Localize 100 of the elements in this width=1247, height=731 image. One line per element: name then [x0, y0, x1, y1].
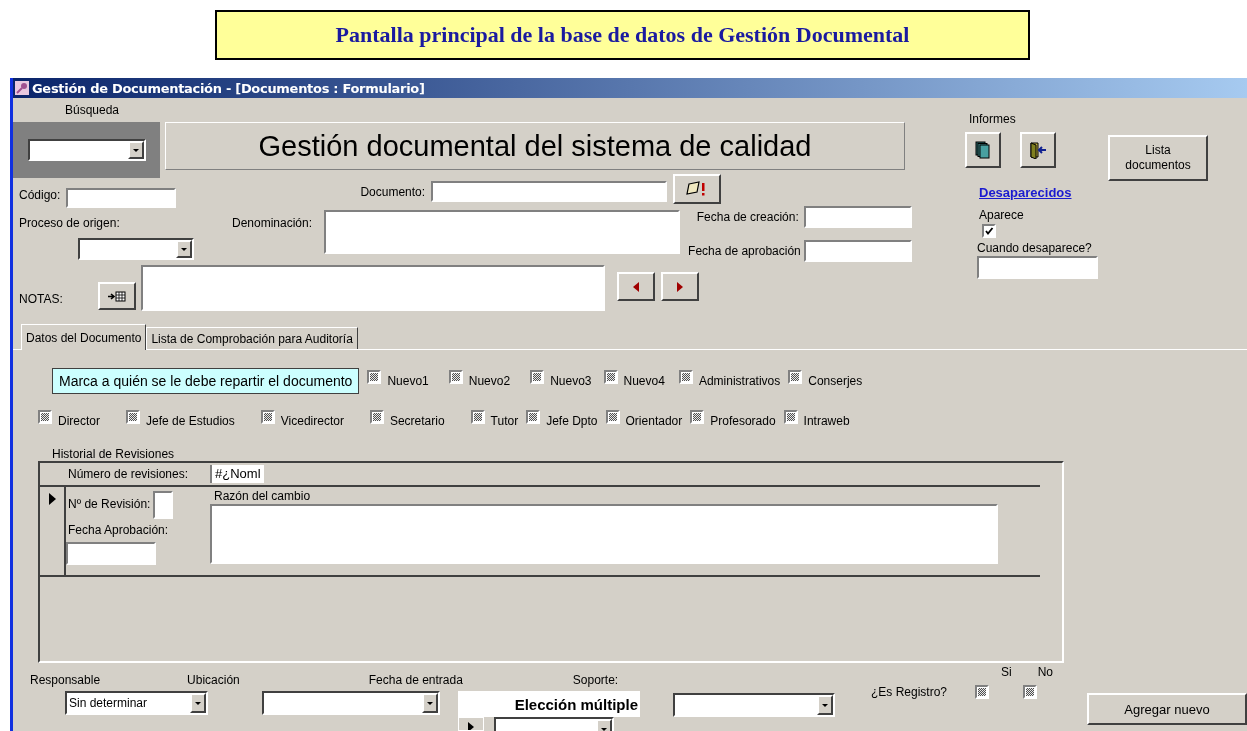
- field-label: Fecha Aprobación:: [68, 523, 169, 537]
- field-label: Secretario: [389, 414, 445, 428]
- field-label: Orientador: [625, 414, 683, 428]
- checkbox[interactable]: [783, 410, 798, 424]
- checkbox[interactable]: [530, 370, 545, 384]
- field-label: Soporte:: [572, 673, 619, 687]
- checkbox[interactable]: [975, 685, 990, 699]
- record-selector-icon: [468, 722, 474, 730]
- combo-box[interactable]: Sin determinar: [65, 691, 208, 715]
- field-label: Jefe Dpto: [546, 414, 598, 428]
- combo-box[interactable]: [673, 693, 835, 717]
- field-label: Vicedirector: [280, 414, 344, 428]
- list-button[interactable]: Lista documentos: [1108, 135, 1208, 181]
- checkbox[interactable]: [982, 224, 996, 238]
- input-field[interactable]: [803, 206, 912, 228]
- combo-box[interactable]: [27, 139, 146, 161]
- checkbox[interactable]: [526, 410, 541, 424]
- field-label: Fecha de creación:: [696, 210, 799, 224]
- field-label: Nº de Revisión:: [68, 497, 151, 511]
- combo-box[interactable]: [262, 691, 440, 715]
- field-label: Nuevo1: [387, 374, 429, 388]
- field-label: Conserjes: [808, 374, 863, 388]
- field-label: Documento:: [360, 185, 426, 199]
- input-field[interactable]: [66, 542, 156, 565]
- field-label: Búsqueda: [65, 103, 120, 117]
- dropdown-button[interactable]: [817, 695, 833, 715]
- dropdown-button[interactable]: [422, 693, 438, 713]
- field-label: Administrativos: [698, 374, 781, 388]
- door-arrow-icon: [1029, 141, 1047, 159]
- field-label: Informes: [969, 112, 1017, 126]
- checkbox[interactable]: [690, 410, 705, 424]
- checkbox[interactable]: [369, 410, 384, 424]
- text-area[interactable]: [324, 210, 681, 254]
- add-button[interactable]: Agregar nuevo: [1087, 693, 1247, 725]
- multiple-choice-label: Elección múltiple: [458, 691, 640, 717]
- field-label: Responsable: [30, 673, 101, 687]
- left-triangle-icon: [632, 281, 639, 292]
- desaparecidos-link[interactable]: Desaparecidos: [979, 185, 1072, 200]
- checkbox[interactable]: [788, 370, 803, 384]
- input-field[interactable]: [431, 180, 668, 202]
- checkbox[interactable]: [470, 410, 485, 424]
- right-triangle-icon: [676, 281, 683, 292]
- checkbox[interactable]: [678, 370, 693, 384]
- input-field[interactable]: [153, 491, 174, 519]
- field-label: Cuando desaparece?: [977, 241, 1092, 255]
- text-area[interactable]: [210, 504, 998, 564]
- previous-button[interactable]: [616, 272, 655, 301]
- field-label: Denominación:: [232, 216, 313, 232]
- field-label: Nuevo2: [468, 374, 511, 388]
- checkbox[interactable]: [605, 410, 620, 424]
- checkbox[interactable]: [38, 410, 52, 424]
- field-label: ¿Es Registro?: [871, 685, 948, 699]
- window-title: Gestión de Documentación - [Documentos : Formulario]: [32, 80, 425, 96]
- checkbox[interactable]: [126, 410, 140, 424]
- tab[interactable]: Datos del Documento: [21, 324, 147, 350]
- field-label: Nuevo4: [623, 374, 665, 388]
- field-label: Jefe de Estudios: [146, 414, 235, 428]
- checkbox[interactable]: [260, 410, 275, 424]
- field-label: Ubicación: [187, 673, 240, 687]
- input-field[interactable]: [977, 256, 1098, 279]
- field-label: No: [1037, 665, 1053, 679]
- arrow-grid-icon: [107, 290, 126, 302]
- field-label: Tutor: [490, 414, 519, 428]
- checkbox[interactable]: [448, 370, 463, 384]
- field-label: Razón del cambio: [214, 489, 311, 503]
- dropdown-button[interactable]: [127, 141, 144, 159]
- text-area[interactable]: [140, 265, 605, 311]
- combo-value: Sin determinar: [68, 695, 149, 712]
- combo-box[interactable]: [78, 238, 194, 260]
- checkbox[interactable]: [603, 370, 618, 384]
- field-label: NOTAS:: [19, 292, 63, 306]
- checkbox[interactable]: [367, 370, 382, 384]
- input-field[interactable]: [66, 188, 177, 208]
- documents-icon: [975, 141, 991, 159]
- next-button[interactable]: [660, 272, 699, 301]
- record-selector-icon: [48, 493, 56, 505]
- key-icon: [15, 81, 29, 95]
- count-value: #¿Noml: [210, 465, 264, 483]
- field-label: Número de revisiones:: [68, 467, 189, 481]
- hint-label: Marca a quién se le debe repartir el documento: [52, 368, 360, 394]
- form-title: Gestión documental del sistema de calidad: [165, 122, 905, 170]
- checkbox[interactable]: [1023, 685, 1038, 699]
- field-label: Intraweb: [803, 414, 850, 428]
- report-button[interactable]: [965, 132, 1001, 168]
- notes-button[interactable]: [97, 282, 136, 310]
- field-label: Fecha de entrada: [368, 673, 463, 687]
- field-label: Fecha de aprobación: [688, 244, 801, 258]
- exit-button[interactable]: [1020, 132, 1056, 168]
- dropdown-button[interactable]: [176, 240, 192, 258]
- tab[interactable]: Lista de Comprobación para Auditoría: [146, 327, 358, 349]
- validate-button[interactable]: [673, 174, 722, 204]
- field-label: Proceso de origen:: [19, 216, 121, 230]
- field-label: Código:: [19, 188, 61, 202]
- field-label: Aparece: [979, 208, 1024, 222]
- input-field[interactable]: [803, 240, 912, 262]
- field-label: Nuevo3: [550, 374, 592, 388]
- field-label: Historial de Revisiones: [52, 447, 175, 461]
- field-label: Profesorado: [710, 414, 776, 428]
- banner-title: Pantalla principal de la base de datos de Gestión Documental: [215, 10, 1030, 60]
- dropdown-button[interactable]: [190, 693, 206, 713]
